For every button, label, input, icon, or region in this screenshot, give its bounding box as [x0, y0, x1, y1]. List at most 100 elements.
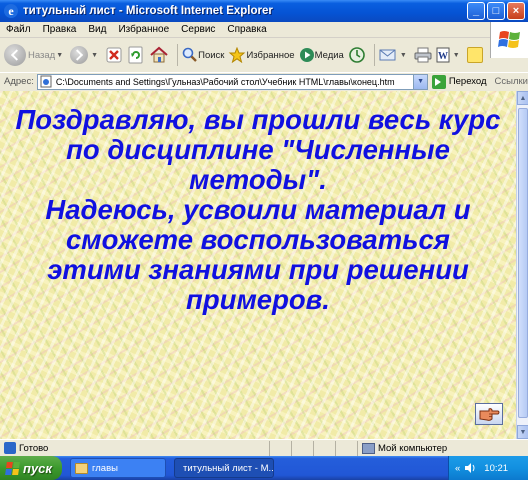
status-cell — [335, 440, 357, 456]
window-title: титульный лист - Microsoft Internet Expl… — [23, 5, 273, 17]
my-computer-icon — [362, 442, 375, 454]
toolbar-separator — [177, 44, 179, 66]
menu-bar: Файл Правка Вид Избранное Сервис Справка — [0, 22, 528, 38]
favorites-star-icon — [229, 47, 246, 63]
status-cell — [291, 440, 313, 456]
taskbar-item-browser[interactable]: титульный лист - М... — [174, 458, 274, 478]
clock[interactable]: 10:21 — [484, 463, 508, 474]
message-line: методы". — [189, 164, 327, 195]
refresh-icon — [128, 46, 143, 64]
navigation-hand-button[interactable] — [475, 403, 503, 425]
message-line: примеров. — [186, 284, 330, 315]
address-label: Адрес: — [4, 76, 34, 87]
media-button[interactable]: Медиа — [299, 47, 344, 63]
favorites-button[interactable]: Избранное — [228, 47, 295, 63]
mail-icon — [379, 49, 396, 61]
status-text: Готово — [19, 442, 49, 454]
home-icon — [150, 46, 168, 63]
svg-text:e: e — [8, 4, 14, 18]
address-dropdown-button[interactable]: ▼ — [414, 73, 428, 90]
taskbar-item-folder[interactable]: главы — [70, 458, 166, 478]
page-content: Поздравляю, вы прошли весь курс по дисци… — [0, 91, 516, 439]
chevron-down-icon: ▼ — [452, 51, 460, 59]
home-button[interactable] — [149, 46, 169, 64]
toolbar-separator — [373, 44, 375, 66]
history-icon — [349, 47, 365, 63]
search-icon — [182, 47, 197, 62]
chevron-down-icon: ▼ — [399, 51, 407, 59]
word-document-icon: W — [436, 47, 450, 63]
edit-button[interactable]: W ▼ — [436, 47, 463, 63]
stop-button[interactable] — [105, 46, 123, 64]
mail-button[interactable]: ▼ — [379, 47, 410, 63]
status-cell — [269, 440, 291, 456]
print-button[interactable] — [414, 47, 432, 63]
go-label: Переход — [448, 76, 487, 87]
links-button[interactable]: Ссылки — [495, 76, 528, 87]
title-bar: e титульный лист - Microsoft Internet Ex… — [0, 0, 528, 22]
address-bar: Адрес: C:\Documents and Settings\Гульназ… — [0, 72, 528, 90]
media-icon — [299, 48, 314, 62]
refresh-button[interactable] — [127, 46, 145, 64]
start-button[interactable]: пуск — [0, 456, 62, 480]
chevron-down-icon: ▼ — [519, 428, 527, 436]
chevron-down-icon: ▼ — [91, 51, 99, 59]
menu-favorites[interactable]: Избранное — [112, 24, 175, 35]
menu-help[interactable]: Справка — [221, 24, 272, 35]
menu-tools[interactable]: Сервис — [175, 24, 221, 35]
address-value: C:\Documents and Settings\Гульназ\Рабочи… — [55, 76, 395, 87]
chevron-up-icon: ▲ — [519, 94, 527, 102]
chevron-down-icon: ▼ — [417, 78, 425, 85]
chevron-left-icon[interactable]: « — [455, 463, 460, 474]
start-label: пуск — [23, 460, 52, 476]
zone-label: Мой компьютер — [378, 442, 448, 454]
folder-icon — [75, 462, 88, 474]
taskbar: пуск главы титульный лист - М... RU « 10… — [0, 456, 528, 480]
windows-flag-icon — [490, 22, 528, 58]
sticky-note-icon — [466, 47, 483, 63]
page-status-icon — [4, 442, 16, 454]
menu-file[interactable]: Файл — [0, 24, 37, 35]
status-bar: Готово Мой компьютер — [0, 439, 528, 456]
discuss-button[interactable] — [466, 47, 483, 63]
maximize-button[interactable]: □ — [487, 2, 505, 20]
close-button[interactable]: × — [507, 2, 525, 20]
go-button[interactable]: Переход — [431, 74, 487, 89]
scroll-up-button[interactable]: ▲ — [517, 91, 528, 105]
congratulations-message: Поздравляю, вы прошли весь курс по дисци… — [8, 105, 508, 315]
pointing-hand-icon — [479, 408, 500, 421]
ie-logo-icon: e — [4, 4, 18, 18]
volume-icon[interactable] — [464, 462, 476, 474]
chevron-down-icon: ▼ — [56, 51, 64, 59]
toolbar: Назад ▼ ▼ Поиск Избранное Медиа ▼ W ▼ — [0, 38, 490, 72]
back-button[interactable]: Назад ▼ — [4, 44, 66, 66]
security-zone: Мой компьютер — [357, 440, 448, 456]
scroll-down-button[interactable]: ▼ — [517, 425, 528, 439]
forward-button[interactable]: ▼ — [70, 46, 101, 64]
message-line: этими знаниями при решении — [47, 254, 469, 285]
system-tray: « 10:21 — [448, 456, 528, 480]
back-label: Назад — [28, 49, 56, 61]
address-input[interactable]: C:\Documents and Settings\Гульназ\Рабочи… — [36, 73, 415, 90]
windows-flag-icon — [5, 461, 20, 475]
status-cell — [313, 440, 335, 456]
menu-view[interactable]: Вид — [82, 24, 112, 35]
task-label: главы — [92, 462, 118, 474]
favorites-label: Избранное — [246, 49, 295, 61]
vertical-scrollbar[interactable]: ▲ ▼ — [516, 91, 528, 439]
stop-icon — [106, 47, 122, 63]
printer-icon — [414, 47, 432, 63]
menu-edit[interactable]: Правка — [37, 24, 83, 35]
html-page-icon — [40, 75, 52, 88]
message-line: по дисциплине "Численные — [66, 134, 450, 165]
go-arrow-icon — [431, 74, 446, 89]
history-button[interactable] — [348, 46, 366, 64]
media-label: Медиа — [314, 49, 344, 61]
search-button[interactable]: Поиск — [182, 47, 224, 63]
message-line: Надеюсь, усвоили материал и — [45, 194, 471, 225]
window-controls: _ □ × — [467, 2, 525, 20]
message-line: Поздравляю, вы прошли весь курс — [15, 104, 501, 135]
back-arrow-icon — [4, 44, 26, 66]
scrollbar-thumb[interactable] — [518, 108, 528, 418]
minimize-button[interactable]: _ — [467, 2, 485, 20]
